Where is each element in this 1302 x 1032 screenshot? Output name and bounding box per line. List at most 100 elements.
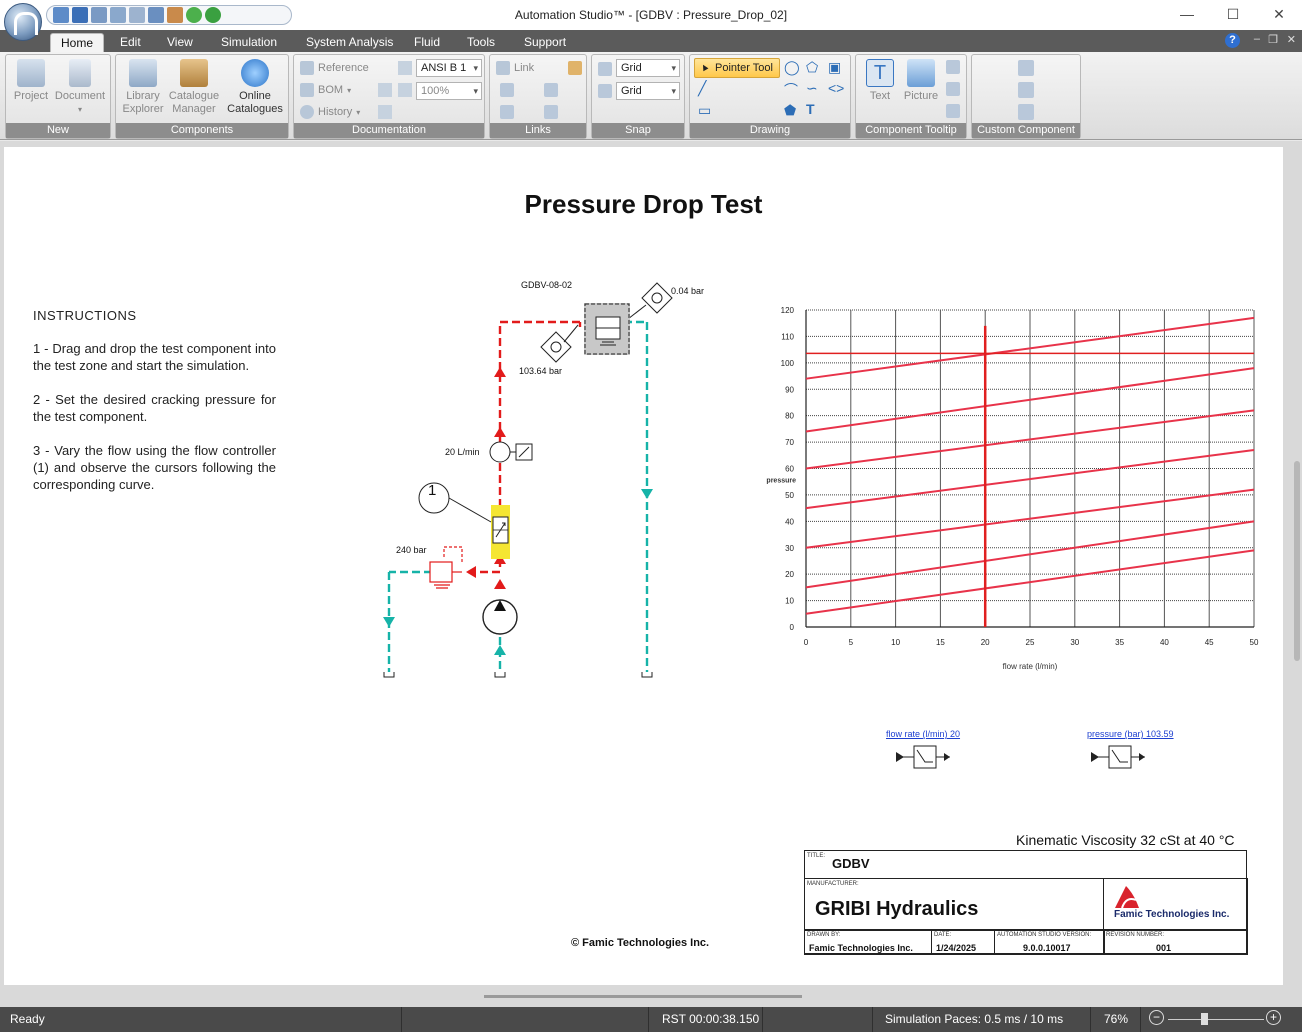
catalogue-manager-button[interactable]: Catalogue Manager [166, 59, 222, 116]
tooltip-edit-icon[interactable] [946, 82, 960, 96]
page-title: Pressure Drop Test [524, 189, 763, 219]
code-icon[interactable]: <> [828, 80, 844, 96]
version-caption: AUTOMATION STUDIO VERSION: [997, 932, 1092, 938]
link-special-icon[interactable] [568, 61, 582, 75]
curve-icon[interactable]: ∽ [806, 80, 818, 97]
pointer-tool-button[interactable]: Pointer Tool [694, 58, 780, 78]
sheet-icon[interactable] [398, 83, 412, 97]
group-documentation: Reference BOM▾ History▾ ANSI B 1 100% Do… [293, 54, 485, 139]
flow-controller[interactable] [491, 505, 510, 559]
relief-valve[interactable] [429, 546, 463, 589]
tooltip-grid-icon[interactable] [946, 104, 960, 118]
tab-fluid[interactable]: Fluid [414, 33, 440, 52]
custom-edit-icon[interactable] [1018, 60, 1034, 76]
x-tick-label: 25 [1026, 638, 1035, 647]
history-button[interactable]: History ▾ [300, 105, 360, 119]
tooltip-picture-icon [907, 59, 935, 87]
tank-symbol [383, 672, 653, 678]
hydraulic-circuit[interactable] [364, 267, 734, 687]
pressure-flow-chart: 0 10 20 30 40 50 60 70 80 90 100 110 120 0 5 10 15 20 25 30… [766, 306, 1259, 671]
pentagon-icon[interactable]: ⬟ [784, 102, 796, 119]
custom-swap-icon[interactable] [1018, 104, 1034, 120]
zoom-slider-thumb[interactable] [1201, 1013, 1208, 1025]
zoom-out-icon[interactable]: − [1149, 1010, 1164, 1025]
link-button[interactable]: Link [496, 61, 534, 75]
reference-button[interactable]: Reference [300, 61, 369, 75]
link-edit-icon[interactable] [500, 83, 514, 97]
flow-rate-sensor[interactable] [894, 744, 952, 770]
tab-edit[interactable]: Edit [120, 33, 141, 52]
flow-meter[interactable] [489, 441, 533, 463]
page-icon[interactable] [398, 61, 412, 75]
minimize-icon[interactable]: — [1164, 0, 1210, 30]
tab-tools[interactable]: Tools [467, 33, 495, 52]
x-tick-label: 30 [1070, 638, 1079, 647]
line-icon[interactable]: ╱ [698, 80, 706, 97]
tooltip-link-icon[interactable] [946, 60, 960, 74]
polygon-icon[interactable]: ⬠ [806, 59, 818, 76]
pressure-gauge-inlet[interactable] [540, 324, 579, 363]
workspace: Pressure Drop Test INSTRUCTIONS 1 - Drag… [0, 141, 1302, 1007]
tab-simulation[interactable]: Simulation [221, 33, 277, 52]
document-button[interactable]: Document ▾ [52, 59, 108, 116]
tab-view[interactable]: View [167, 33, 193, 52]
library-explorer-button[interactable]: Library Explorer [120, 59, 166, 116]
layers-icon[interactable] [378, 83, 392, 97]
image-icon[interactable]: ▣ [828, 59, 841, 76]
tooltip-text-button[interactable]: T Text [860, 59, 900, 103]
snap-grid-select-2[interactable]: Grid [616, 82, 680, 100]
custom-new-icon[interactable] [1018, 82, 1034, 98]
bom-button[interactable]: BOM ▾ [300, 83, 351, 97]
pressure-meter-label[interactable]: pressure (bar) 103.59 [1087, 729, 1174, 739]
tab-home[interactable]: Home [50, 33, 105, 52]
pressure-gauge-outlet[interactable] [627, 282, 673, 320]
group-component-tooltip: T Text Picture Component Tooltip [855, 54, 967, 139]
maximize-icon[interactable]: ☐ [1210, 0, 1256, 30]
ribbon-minimize-icon[interactable]: – [1254, 33, 1260, 45]
text-tool-icon[interactable]: T [806, 101, 815, 117]
zoom-slider-track[interactable] [1168, 1019, 1264, 1020]
ellipse-icon[interactable]: ◯ [784, 59, 800, 76]
controller-number-label: 1 [428, 482, 437, 499]
vertical-scrollbar[interactable] [1294, 461, 1300, 661]
snap-grid-select-1[interactable]: Grid [616, 59, 680, 77]
link-remove-icon[interactable] [500, 105, 514, 119]
rectangle-icon[interactable]: ▭ [698, 102, 711, 119]
revision-caption: REVISION NUMBER: [1106, 932, 1165, 938]
standard-select[interactable]: ANSI B 1 [416, 59, 482, 77]
y-tick-label: 80 [785, 412, 794, 421]
pressure-sensor[interactable] [1089, 744, 1147, 770]
pump-symbol[interactable] [482, 599, 518, 635]
tab-system-analysis[interactable]: System Analysis [306, 33, 393, 52]
ribbon-close-icon[interactable]: ✕ [1287, 33, 1296, 46]
y-tick-label: 90 [785, 385, 794, 394]
catalogue-label-2: Manager [172, 103, 216, 115]
arc-icon[interactable]: ⌒ [784, 80, 798, 100]
tooltip-picture-button[interactable]: Picture [900, 59, 942, 103]
online-catalogues-button[interactable]: Online Catalogues [224, 59, 286, 116]
zoom-in-icon[interactable]: + [1266, 1010, 1281, 1025]
group-snap: Grid Grid Snap [591, 54, 685, 139]
connect-icon[interactable] [378, 105, 392, 119]
app-menu-button[interactable] [4, 3, 42, 41]
ribbon-restore-icon[interactable]: ❐ [1268, 33, 1278, 46]
y-tick-label: 40 [785, 517, 794, 526]
revision-value: 001 [1156, 943, 1172, 953]
link-chain-icon[interactable] [544, 105, 558, 119]
x-tick-label: 5 [849, 638, 854, 647]
group-custom-component: Custom Component [971, 54, 1081, 139]
title-block: TITLE: GDBV MANUFACTURER: GRIBI Hydrauli… [804, 850, 1248, 955]
zoom-select[interactable]: 100% [416, 82, 482, 100]
flow-rate-meter-label[interactable]: flow rate (l/min) 20 [886, 729, 960, 739]
document-page[interactable]: Pressure Drop Test INSTRUCTIONS 1 - Drag… [4, 147, 1283, 985]
relief-setting-label: 240 bar [396, 545, 427, 555]
horizontal-scrollbar[interactable] [484, 995, 802, 998]
test-component[interactable] [584, 303, 630, 355]
close-icon[interactable]: ✕ [1256, 0, 1302, 30]
famic-logo [1115, 886, 1139, 909]
project-button[interactable]: Project [10, 59, 52, 103]
tab-support[interactable]: Support [524, 33, 566, 52]
link-align-icon[interactable] [544, 83, 558, 97]
help-icon[interactable]: ? [1225, 33, 1240, 48]
link-icon [496, 61, 510, 75]
